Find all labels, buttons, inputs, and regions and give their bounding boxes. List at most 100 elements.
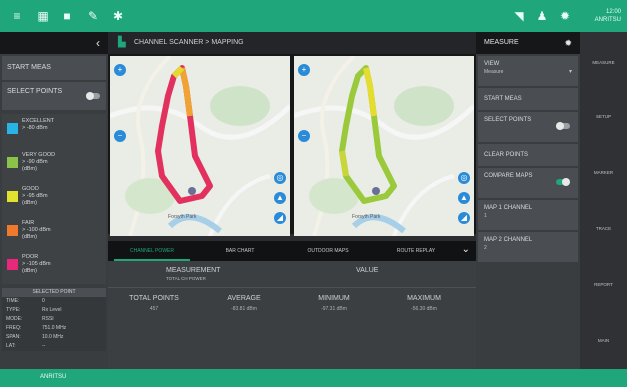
breadcrumb-text: CHANNEL SCANNER > MAPPING	[134, 39, 244, 46]
right-panel-header: MEASURE ✹	[476, 32, 580, 54]
map-1[interactable]: Forsyth Park + − ◎ ▲ ◢	[110, 56, 290, 236]
folder-icon[interactable]: ■	[60, 9, 74, 23]
tab-route-replay[interactable]: ROUTE REPLAY	[378, 241, 454, 261]
user-icon[interactable]: ♟	[535, 9, 549, 23]
legend-text: (dBm)	[22, 234, 37, 240]
stat-average: AVERAGE -83.81 dBm	[204, 295, 284, 312]
map-1-canvas: Forsyth Park	[110, 56, 290, 236]
right-panel-title: MEASURE	[484, 39, 519, 46]
divider	[108, 287, 476, 288]
tab-channel-power[interactable]: CHANNEL POWER	[114, 241, 190, 261]
nav-trace[interactable]: TRACE	[580, 226, 627, 231]
map-2[interactable]: Forsyth Park + − ◎ ▲ ◢	[294, 56, 474, 236]
nav-setup[interactable]: SETUP	[580, 114, 627, 119]
selected-point-value: 10.0 MHz	[42, 334, 64, 340]
stat-minimum: MINIMUM -97.31 dBm	[294, 295, 374, 312]
nav-measure[interactable]: MEASURE	[580, 60, 627, 65]
tab-bar-chart[interactable]: BAR CHART	[202, 241, 278, 261]
map-2-canvas: Forsyth Park	[294, 56, 474, 236]
nav-marker[interactable]: MARKER	[580, 170, 627, 175]
map-1-channel-value: 1	[484, 213, 487, 219]
selected-point-row: MODE: RSSI	[2, 315, 106, 324]
legend-text: (dBm)	[22, 166, 37, 172]
selected-point-key: SPAN:	[6, 334, 21, 340]
map-compare-area: Forsyth Park + − ◎ ▲ ◢ Forsyth Park + − …	[108, 54, 476, 236]
menu-icon[interactable]: ≡	[10, 9, 24, 23]
view-select[interactable]: VIEW Measure ▾	[478, 56, 578, 86]
settings-icon[interactable]: ✱	[111, 9, 125, 23]
map-2-channel-button[interactable]: MAP 2 CHANNEL 2	[478, 232, 578, 262]
grid-icon[interactable]: ▦	[36, 9, 50, 23]
gear-icon[interactable]: ✹	[558, 9, 572, 23]
selected-point-row: LAT: --	[2, 342, 106, 351]
selected-point-row: TIME: 0	[2, 297, 106, 306]
zoom-in-button[interactable]: +	[114, 64, 126, 76]
selected-point-title: SELECTED POINT	[2, 288, 106, 297]
stat-value: -83.81 dBm	[231, 306, 257, 312]
legend-text: > -80 dBm	[22, 125, 48, 131]
legend-item: GOOD > -95 dBm (dBm)	[2, 182, 106, 216]
view-label: VIEW	[484, 61, 500, 67]
nav-main[interactable]: MAIN	[580, 338, 627, 343]
legend-swatch	[7, 123, 18, 134]
legend-text: > -105 dBm	[22, 261, 51, 267]
select-points-button-right[interactable]: SELECT POINTS	[478, 112, 578, 142]
selected-point-row: SPAN: 10.0 MHz	[2, 333, 106, 342]
select-points-toggle[interactable]	[86, 92, 100, 100]
map-2-channel-value: 2	[484, 245, 487, 251]
view-tabs: CHANNEL POWER BAR CHART OUTDOOR MAPS ROU…	[108, 241, 476, 261]
breadcrumb: ▙ CHANNEL SCANNER > MAPPING	[108, 32, 476, 54]
map-style-button[interactable]: ◢	[274, 212, 286, 224]
legend-text: (dBm)	[22, 200, 37, 206]
selected-point-key: MODE:	[6, 316, 23, 322]
start-meas-label: START MEAS	[484, 96, 522, 102]
legend-item: VERY GOOD > -90 dBm (dBm)	[2, 148, 106, 182]
chevron-down-icon[interactable]: ⌄	[462, 244, 470, 255]
locate-button-2[interactable]: ◎	[458, 172, 470, 184]
legend-swatch	[7, 191, 18, 202]
zoom-out-button[interactable]: −	[114, 130, 126, 142]
selected-point-panel: SELECTED POINT TIME: 0 TYPE: Rx Level MODE: R…	[2, 288, 106, 351]
zoom-in-button-2[interactable]: +	[298, 64, 310, 76]
compare-maps-button[interactable]: COMPARE MAPS	[478, 168, 578, 198]
map-style-button-2[interactable]: ◢	[458, 212, 470, 224]
main-area: ▙ CHANNEL SCANNER > MAPPING Forsyth Park…	[108, 32, 476, 369]
legend-text: > -90 dBm	[22, 159, 48, 165]
chevron-left-icon[interactable]: ‹	[96, 36, 100, 50]
statistics-panel: MEASUREMENT TOTAL CH POWER VALUE TOTAL P…	[108, 261, 476, 369]
clear-points-button[interactable]: CLEAR POINTS	[478, 144, 578, 166]
legend-text: GOOD	[22, 186, 39, 192]
start-meas-button[interactable]: START MEAS	[2, 56, 106, 80]
measurement-sublabel: TOTAL CH POWER	[166, 276, 206, 281]
edit-icon[interactable]: ✎	[86, 9, 100, 23]
compare-maps-toggle[interactable]	[556, 178, 570, 186]
signal-icon[interactable]: ◥	[512, 9, 526, 23]
left-sidebar: ‹ START MEAS SELECT POINTS EXCELLENT > -8…	[0, 32, 108, 369]
view-value: Measure	[484, 69, 504, 75]
selected-point-key: FREQ:	[6, 325, 22, 331]
legend-text: FAIR	[22, 220, 35, 226]
layers-button-2[interactable]: ▲	[458, 192, 470, 204]
svg-text:Forsyth Park: Forsyth Park	[352, 214, 381, 220]
start-meas-button-right[interactable]: START MEAS	[478, 88, 578, 110]
map-1-channel-button[interactable]: MAP 1 CHANNEL 1	[478, 200, 578, 230]
selected-point-value: Rx Level	[42, 307, 62, 313]
tab-outdoor-maps[interactable]: OUTDOOR MAPS	[290, 241, 366, 261]
signal-legend: EXCELLENT > -80 dBm VERY GOOD > -90 dBm (dBm…	[2, 114, 106, 284]
zoom-out-button-2[interactable]: −	[298, 130, 310, 142]
stat-value: 457	[149, 306, 159, 312]
locate-button[interactable]: ◎	[274, 172, 286, 184]
select-points-toggle[interactable]	[556, 122, 570, 130]
gear-icon[interactable]: ✹	[564, 32, 572, 54]
layers-button[interactable]: ▲	[274, 192, 286, 204]
selected-point-value: --	[42, 343, 46, 349]
legend-item: FAIR > -100 dBm (dBm)	[2, 216, 106, 250]
measurement-label: MEASUREMENT	[166, 267, 221, 274]
legend-swatch	[7, 157, 18, 168]
legend-text: POOR	[22, 254, 39, 260]
select-points-button[interactable]: SELECT POINTS	[2, 82, 106, 110]
map-1-channel-label: MAP 1 CHANNEL	[484, 205, 533, 211]
nav-report[interactable]: REPORT	[580, 282, 627, 287]
status-text: 12:00 ANRITSU	[595, 8, 621, 24]
stat-label: MAXIMUM	[407, 295, 441, 302]
